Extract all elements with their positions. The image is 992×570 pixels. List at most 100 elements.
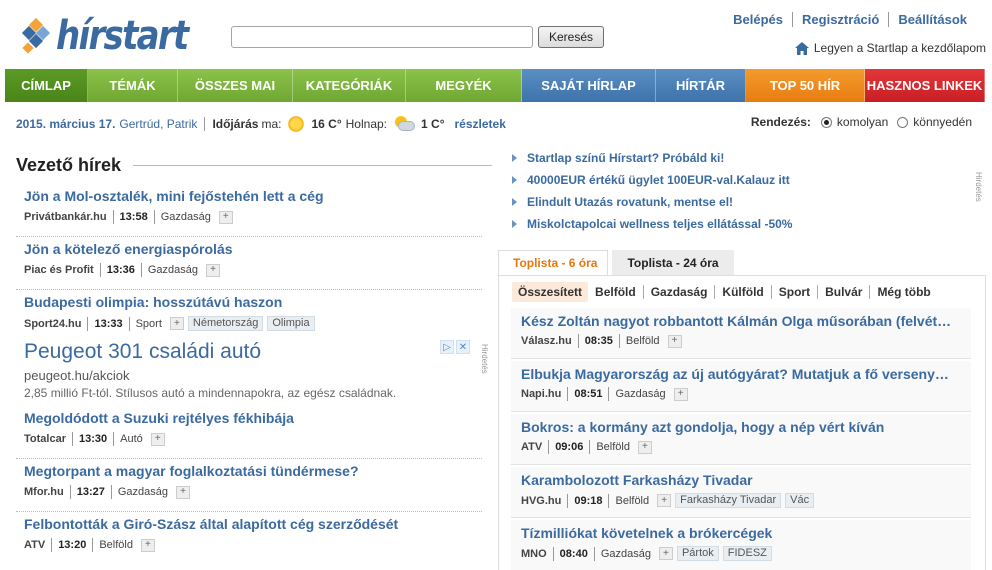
tab-toplist-6h[interactable]: Toplista - 6 óra <box>498 250 609 275</box>
plus-icon[interactable]: + <box>206 263 220 277</box>
nav-cimlap[interactable]: CÍMLAP <box>5 69 88 102</box>
news-source[interactable]: Privátbankár.hu <box>24 210 107 224</box>
news-title-link[interactable]: Budapesti olimpia: hosszútávú haszon <box>24 293 474 311</box>
news-source[interactable]: Mfor.hu <box>24 485 64 499</box>
nav-kategoriak[interactable]: KATEGÓRIÁK <box>293 69 406 102</box>
subtab-osszesitett[interactable]: Összesített <box>512 282 589 302</box>
news-title-link[interactable]: Jön a kötelező energiaspórolás <box>24 240 474 258</box>
sort-option-label: könnyedén <box>913 115 972 129</box>
plus-icon[interactable]: + <box>637 440 652 454</box>
startlap-label: Legyen a Startlap a kezdőlapom <box>813 41 986 55</box>
subtab-kulfold[interactable]: Külföld <box>714 285 770 299</box>
news-source[interactable]: Válasz.hu <box>521 334 572 348</box>
news-title-link[interactable]: Karambolozott Farkasházy Tivadar <box>521 471 971 489</box>
news-title-link[interactable]: Tízmilliókat követelnek a brókercégek <box>521 524 971 542</box>
plus-icon[interactable]: + <box>658 547 673 560</box>
news-category[interactable]: Belföld <box>618 334 660 348</box>
promo-link[interactable]: Startlap színű Hírstart? Próbáld ki! <box>512 147 972 169</box>
ad-close-icon[interactable]: ✕ <box>456 340 470 354</box>
news-time: 13:36 <box>99 263 141 277</box>
news-tag[interactable]: Vác <box>785 493 815 508</box>
plus-icon[interactable]: + <box>169 317 184 330</box>
weather-details-link[interactable]: részletek <box>455 115 506 133</box>
startlap-link[interactable]: Legyen a Startlap a kezdőlapom <box>794 41 986 55</box>
promo-link[interactable]: Elindult Utazás rovatunk, mentse el! <box>512 191 972 213</box>
ad-info-icon[interactable]: ▷ <box>440 340 454 354</box>
login-link[interactable]: Belépés <box>724 12 792 27</box>
search-input[interactable] <box>231 26 533 48</box>
nav-osszes-mai[interactable]: ÖSSZES MAI <box>178 69 293 102</box>
sun-icon <box>287 115 306 133</box>
news-tag[interactable]: Németország <box>187 316 264 331</box>
register-link[interactable]: Regisztráció <box>792 12 888 27</box>
tab-toplist-24h[interactable]: Toplista - 24 óra <box>612 250 734 275</box>
news-tag[interactable]: Farkasházy Tivadar <box>675 493 782 508</box>
radio-unselected-icon[interactable] <box>897 116 909 128</box>
nav-sajat-hirlap[interactable]: SAJÁT HÍRLAP <box>522 69 656 102</box>
plus-icon[interactable]: + <box>150 432 165 446</box>
plus-icon[interactable]: + <box>218 210 233 224</box>
settings-link[interactable]: Beállítások <box>888 12 976 27</box>
nav-megyek[interactable]: MEGYÉK <box>406 69 522 102</box>
news-source[interactable]: Piac és Profit <box>24 263 94 277</box>
promo-link-label: Elindult Utazás rovatunk, mentse el! <box>527 195 734 209</box>
subtab-gazdasag[interactable]: Gazdaság <box>642 285 715 299</box>
news-meta: ATV 13:20 Belföld + <box>24 538 474 552</box>
news-title-link[interactable]: Felbontották a Giró-Szász által alapítot… <box>24 515 474 533</box>
news-source[interactable]: Totalcar <box>24 432 66 446</box>
news-title-link[interactable]: Jön a Mol-osztalék, mini fejőstehén lett… <box>24 187 474 205</box>
sort-option-komolyan[interactable]: komolyan <box>820 115 888 129</box>
sort-option-konnyeden[interactable]: könnyedén <box>897 115 972 129</box>
nav-temak[interactable]: TÉMÁK <box>88 69 178 102</box>
news-category[interactable]: Sport <box>128 316 162 331</box>
news-category[interactable]: Gazdaság <box>608 387 666 401</box>
plus-icon[interactable]: + <box>140 538 155 552</box>
news-source[interactable]: MNO <box>521 547 547 561</box>
nav-top50[interactable]: TOP 50 HÍR <box>746 69 865 102</box>
news-tag[interactable]: Pártok <box>676 546 719 561</box>
news-title-link[interactable]: Megtorpant a magyar foglalkoztatási tünd… <box>24 462 474 480</box>
news-category[interactable]: Belföld <box>589 440 630 454</box>
arrow-right-icon <box>512 220 517 228</box>
news-category[interactable]: Gazdaság <box>110 485 168 499</box>
list-item: Kész Zoltán nagyot robbantott Kálmán Olg… <box>511 308 971 359</box>
promo-link[interactable]: Miskolctapolcai wellness teljes ellátáss… <box>512 213 972 235</box>
news-category[interactable]: Belföld <box>92 538 133 552</box>
news-category[interactable]: Belföld <box>608 493 649 508</box>
news-source[interactable]: Napi.hu <box>521 387 561 401</box>
subtab-meg-tobb[interactable]: Még több <box>869 285 937 299</box>
nav-hasznos-linkek[interactable]: HASZNOS LINKEK <box>865 69 985 102</box>
news-tag[interactable]: FIDESZ <box>722 546 772 561</box>
subtab-belfold[interactable]: Belföld <box>588 285 643 299</box>
promo-links: Startlap színű Hírstart? Próbáld ki! 400… <box>512 147 972 235</box>
plus-icon[interactable]: + <box>667 334 682 348</box>
news-source[interactable]: HVG.hu <box>521 494 561 508</box>
ad-url[interactable]: peugeot.hu/akciok <box>24 368 130 383</box>
subtab-bulvar[interactable]: Bulvár <box>817 285 869 299</box>
news-source[interactable]: ATV <box>24 538 45 552</box>
news-source[interactable]: Sport24.hu <box>24 317 81 331</box>
logo[interactable]: hírstart <box>20 12 211 60</box>
plus-icon[interactable]: + <box>176 485 191 499</box>
text-ad[interactable]: Peugeot 301 családi autó peugeot.hu/akci… <box>16 338 492 404</box>
plus-icon[interactable]: + <box>673 387 688 401</box>
news-title-link[interactable]: Elbukja Magyarország az új autógyárat? M… <box>521 365 971 383</box>
news-title-link[interactable]: Kész Zoltán nagyot robbantott Kálmán Olg… <box>521 312 971 330</box>
news-category[interactable]: Gazdaság <box>153 210 211 224</box>
promo-link[interactable]: 40000EUR értékű ügylet 100EUR-val.Kalauz… <box>512 169 972 191</box>
news-category[interactable]: Gazdaság <box>140 263 198 277</box>
subtab-sport[interactable]: Sport <box>770 285 817 299</box>
news-tag[interactable]: Olimpia <box>267 316 315 331</box>
nav-hirtar[interactable]: HÍRTÁR <box>656 69 746 102</box>
news-title-link[interactable]: Bokros: a kormány azt gondolja, hogy a n… <box>521 418 971 436</box>
news-category[interactable]: Gazdaság <box>593 546 651 561</box>
news-source[interactable]: ATV <box>521 440 542 454</box>
news-category[interactable]: Autó <box>113 432 143 446</box>
search-button[interactable]: Keresés <box>538 26 604 48</box>
news-meta: Napi.hu 08:51 Gazdaság + <box>521 387 971 401</box>
news-title-link[interactable]: Megoldódott a Suzuki rejtélyes fékhibája <box>24 409 474 427</box>
list-item: Karambolozott Farkasházy Tivadar HVG.hu … <box>511 467 971 518</box>
plus-icon[interactable]: + <box>657 494 672 507</box>
radio-selected-icon[interactable] <box>820 116 832 128</box>
ad-title[interactable]: Peugeot 301 családi autó <box>24 340 261 364</box>
